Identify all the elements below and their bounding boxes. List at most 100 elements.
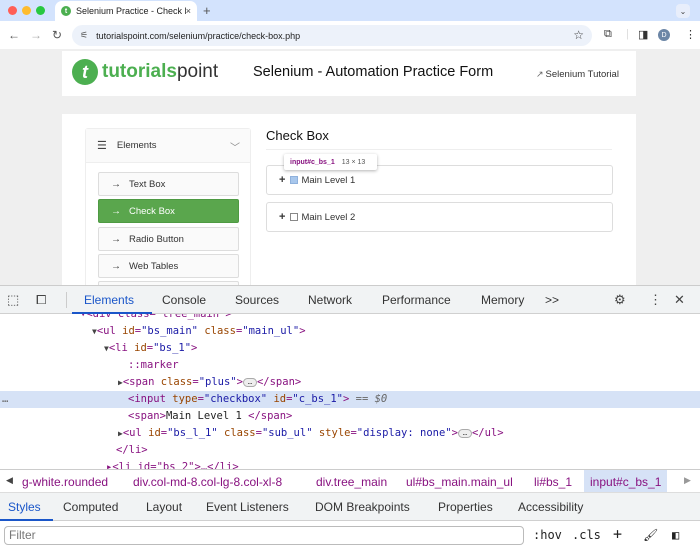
tab-memory[interactable]: Memory xyxy=(481,293,524,307)
browser-titlebar: t Selenium Practice - Check Bo × + ⌄ xyxy=(0,0,700,21)
attr-value: "bs_l_1" xyxy=(167,427,218,439)
url-text: tutorialspoint.com/selenium/practice/che… xyxy=(96,30,301,41)
browser-tab[interactable]: t Selenium Practice - Check Bo × xyxy=(55,1,197,21)
breadcrumb-scroll-right[interactable]: ▶ xyxy=(684,475,691,486)
attr-name: id xyxy=(148,427,161,439)
subtab-dom-breakpoints[interactable]: DOM Breakpoints xyxy=(315,500,410,514)
sidebar-item-radio-button[interactable]: → Radio Button xyxy=(98,227,239,251)
devtools-panel: ⬚ ⧠ Elements Console Sources Network Per… xyxy=(0,285,700,557)
dom-line[interactable]: </li> xyxy=(0,442,700,459)
ellipsis-badge[interactable]: … xyxy=(457,428,472,438)
dom-line[interactable]: ▾<div class="tree_main"> xyxy=(0,314,700,323)
main-level-1-checkbox[interactable] xyxy=(290,176,299,184)
close-tab-icon[interactable]: × xyxy=(186,6,191,16)
tag: <ul xyxy=(96,325,123,337)
styles-filter-row: Filter :hov .cls + 🖌 ◧ xyxy=(0,521,700,557)
new-style-rule-icon[interactable]: + xyxy=(613,525,622,543)
dom-line[interactable]: ▼<li id="bs_1"> xyxy=(0,340,700,357)
dom-line[interactable]: ▼<ul id="bs_main" class="main_ul"> xyxy=(0,323,700,340)
breadcrumb-item[interactable]: div.col-md-8.col-lg-8.col-xl-8 xyxy=(133,475,282,489)
pseudo-marker: ::marker xyxy=(128,359,179,371)
side-panel-icon[interactable]: ◨ xyxy=(638,28,648,41)
chevron-down-icon[interactable]: ﹀ xyxy=(230,139,240,154)
tooltip-size: 13 × 13 xyxy=(341,158,366,166)
browser-menu-icon[interactable]: ⋮ xyxy=(685,28,696,41)
breadcrumb-item-selected[interactable]: input#c_bs_1 xyxy=(584,470,668,492)
sidebar-item-check-box[interactable]: → Check Box xyxy=(98,199,239,223)
new-tab-button[interactable]: + xyxy=(203,3,211,18)
tab-performance[interactable]: Performance xyxy=(382,293,451,307)
tab-network[interactable]: Network xyxy=(308,293,352,307)
breadcrumb-item[interactable]: div.tree_main xyxy=(316,475,387,489)
tab-console[interactable]: Console xyxy=(162,293,206,307)
close-devtools-icon[interactable]: ✕ xyxy=(674,292,685,308)
sidebar-item-text-box[interactable]: → Text Box xyxy=(98,172,239,196)
attr-value: "checkbox" xyxy=(203,393,268,405)
dom-line[interactable]: ::marker xyxy=(0,357,700,374)
arrow-right-icon: → xyxy=(111,233,121,245)
tutorialspoint-logo[interactable]: t tutorials point xyxy=(72,59,218,85)
back-icon[interactable]: ← xyxy=(8,28,20,42)
attr-name: type xyxy=(172,393,198,405)
elements-accordion-header[interactable]: ☰ Elements ﹀ xyxy=(86,129,250,163)
inspect-element-icon[interactable]: ⬚ xyxy=(7,292,19,308)
device-toolbar-icon[interactable]: ⧠ xyxy=(36,292,46,308)
tag: <li xyxy=(108,342,135,354)
inspect-tooltip: input#c_bs_1 13 × 13 xyxy=(284,154,377,170)
selected-marker: == $0 xyxy=(349,393,388,405)
expand-plus-icon[interactable]: + xyxy=(279,174,285,186)
class-toggle[interactable]: .cls xyxy=(572,528,601,542)
breadcrumb-item[interactable]: g-white.rounded xyxy=(22,475,108,489)
breadcrumb-item[interactable]: li#bs_1 xyxy=(534,475,572,489)
dom-line[interactable]: ▶<span class="plus">… </span> xyxy=(0,374,700,391)
expand-plus-icon[interactable]: + xyxy=(279,211,285,223)
attr-value: "main_ul" xyxy=(242,325,300,337)
attr-value: "bs_main" xyxy=(141,325,199,337)
arrow-right-icon: → xyxy=(111,260,121,272)
extensions-icon[interactable]: ⧉ xyxy=(604,28,612,41)
subtab-properties[interactable]: Properties xyxy=(438,500,493,514)
subtab-layout[interactable]: Layout xyxy=(146,500,182,514)
attr-name: id xyxy=(273,393,287,405)
sidebar-item-label: Check Box xyxy=(129,205,175,217)
toolbar-divider: | xyxy=(626,28,629,40)
tab-search-button[interactable]: ⌄ xyxy=(676,4,690,18)
site-info-icon[interactable]: ⚟ xyxy=(80,30,88,41)
selenium-tutorial-link[interactable]: ↗ Selenium Tutorial xyxy=(536,69,619,80)
dom-breadcrumbs: ◀ g-white.rounded div.col-md-8.col-lg-8.… xyxy=(0,469,700,493)
profile-avatar[interactable]: D xyxy=(658,29,670,41)
tab-sources[interactable]: Sources xyxy=(235,293,279,307)
reload-icon[interactable]: ↻ xyxy=(52,28,62,42)
subtab-event-listeners[interactable]: Event Listeners xyxy=(206,500,289,514)
subtab-styles[interactable]: Styles xyxy=(8,500,41,514)
minimize-window-button[interactable] xyxy=(22,6,31,15)
more-tabs-button[interactable]: >> xyxy=(545,293,559,307)
hover-state-toggle[interactable]: :hov xyxy=(533,528,562,542)
dom-line-selected[interactable]: … <input type="checkbox" id="c_bs_1"> == … xyxy=(0,391,700,408)
styles-filter-input[interactable]: Filter xyxy=(4,526,524,545)
dom-line[interactable]: ▸<li id="bs_2">…</li> xyxy=(0,459,700,469)
toggle-sidebar-icon[interactable]: ◧ xyxy=(672,528,679,542)
address-bar[interactable]: ⚟ tutorialspoint.com/selenium/practice/c… xyxy=(72,25,592,46)
more-options-icon[interactable]: ⋮ xyxy=(649,292,662,308)
ellipsis-badge[interactable]: … xyxy=(242,377,257,387)
subtab-accessibility[interactable]: Accessibility xyxy=(518,500,583,514)
tab-elements[interactable]: Elements xyxy=(84,293,134,307)
settings-gear-icon[interactable]: ⚙ xyxy=(614,292,626,308)
main-level-2-label: Main Level 2 xyxy=(301,211,356,223)
sidebar-item-web-tables[interactable]: → Web Tables xyxy=(98,254,239,278)
paint-roller-icon[interactable]: 🖌 xyxy=(643,528,658,542)
bookmark-star-icon[interactable]: ☆ xyxy=(573,28,584,42)
maximize-window-button[interactable] xyxy=(36,6,45,15)
close-window-button[interactable] xyxy=(8,6,17,15)
browser-toolbar: ← → ↻ ⚟ tutorialspoint.com/selenium/prac… xyxy=(0,21,700,49)
main-level-2-checkbox[interactable] xyxy=(290,213,299,221)
attr-value: "plus" xyxy=(198,376,237,388)
subtab-computed[interactable]: Computed xyxy=(63,500,118,514)
breadcrumb-scroll-left[interactable]: ◀ xyxy=(6,475,13,486)
dom-line[interactable]: ▶<ul id="bs_l_1" class="sub_ul" style="d… xyxy=(0,425,700,442)
line-options-icon[interactable]: … xyxy=(2,391,8,408)
forward-icon[interactable]: → xyxy=(30,28,42,42)
dom-line[interactable]: <span>Main Level 1 </span> xyxy=(0,408,700,425)
breadcrumb-item[interactable]: ul#bs_main.main_ul xyxy=(406,475,513,489)
